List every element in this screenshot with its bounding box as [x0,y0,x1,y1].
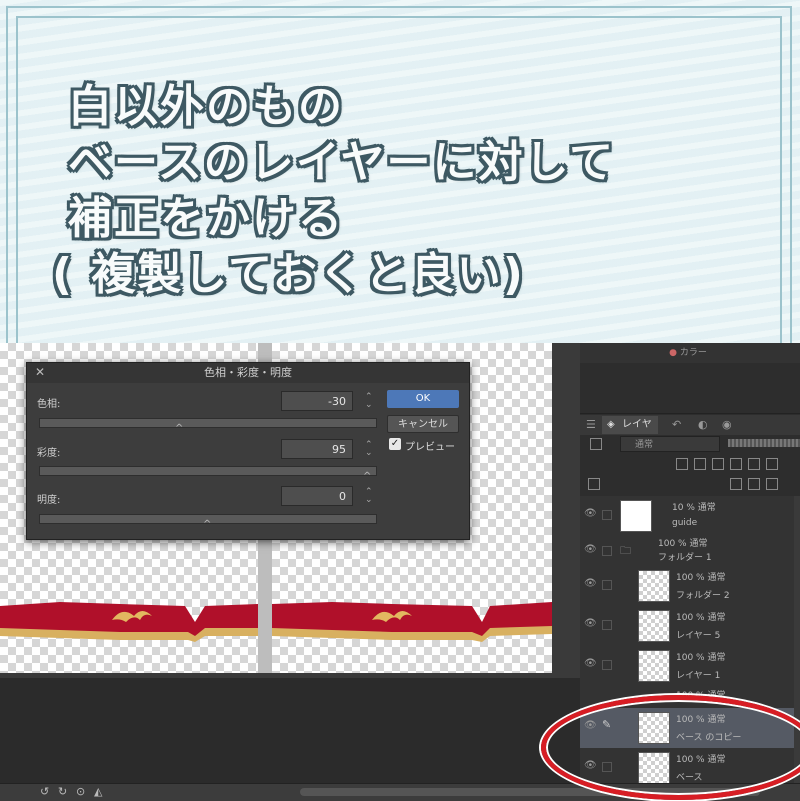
hue-input[interactable]: -30 [281,391,353,411]
ribbon-right-artwork [272,602,552,642]
workspace-background [0,678,580,783]
close-icon[interactable]: ✕ [35,365,45,379]
saturation-slider-thumb[interactable]: ^ [363,471,371,482]
navigator-icon[interactable]: ◐ [698,418,708,431]
layer-mode: 100 % 通常 [676,573,726,583]
brightness-label: 明度: [37,495,61,506]
hue-slider-thumb[interactable]: ^ [175,423,183,434]
layer-thumbnail [638,650,670,682]
layer-row-folder-1[interactable]: 👁 🗀 100 % 通常 フォルダー 1 [580,536,800,567]
rotate-right-icon[interactable]: ↻ [58,785,67,798]
highlight-ring [541,695,800,800]
folder-icon: 🗀 [620,544,631,557]
layer-panel-tabs: ☰ ◈レイヤー ↶ ◐ ◉ [580,415,800,448]
layer-row-layer-5[interactable]: 👁 100 % 通常 レイヤー 5 [580,606,800,647]
dialog-title: 色相・彩度・明度 [27,363,469,383]
layer-name: フォルダー 1 [658,553,712,563]
layer-thumbnail [620,500,652,532]
info-icon[interactable]: ◉ [722,418,732,431]
eye-icon[interactable]: 👁 [584,544,597,555]
canvas-edge-strip [552,343,580,678]
eye-icon[interactable]: 👁 [584,618,597,629]
history-icon[interactable]: ↶ [672,418,681,431]
draft-icon[interactable] [712,458,724,470]
lock-icon[interactable] [602,620,612,630]
caption-line-2: ベースのレイヤーに対して [68,137,616,188]
hue-spinner-icon[interactable]: ⌃ ⌄ [365,393,373,410]
saturation-input[interactable]: 95 [281,439,353,459]
opacity-slider[interactable] [728,439,800,447]
hue-slider[interactable] [39,418,377,428]
hue-saturation-dialog: 色相・彩度・明度 ✕ 色相: -30 ⌃ ⌄ ^ 彩度: 95 ⌃ ⌄ ^ 明度: … [26,362,470,540]
layer-thumbnail [638,610,670,642]
preview-checkbox[interactable]: ✓ [389,438,401,450]
layer-thumbnail [638,570,670,602]
layers-icon: ◈ [607,419,615,430]
rotate-left-icon[interactable]: ↺ [40,785,49,798]
tab-color-label: カラー [679,348,707,358]
lock-icon[interactable] [602,546,612,556]
ribbon-left-artwork [0,602,258,642]
brightness-spinner-icon[interactable]: ⌃ ⌄ [365,488,373,505]
lock-icon[interactable] [602,510,612,520]
tab-color[interactable]: ● カラー [598,343,778,363]
tab-layer[interactable]: ◈レイヤー [602,416,658,448]
layer-row-layer-1[interactable]: 👁 100 % 通常 レイヤー 1 [580,646,800,687]
layer-mode: 100 % 通常 [676,613,726,623]
caption-line-3: 補正をかける [68,193,344,244]
panel-menu-icon[interactable] [588,478,600,490]
layer-name: フォルダー 2 [676,591,730,601]
delete-layer-icon[interactable] [766,478,778,490]
blend-mode-select[interactable]: 通常 [620,436,720,452]
menu-icon[interactable]: ☰ [586,418,596,431]
layer-action-icons-row [580,475,800,493]
caption-line-4: ( 複製しておくと良い) [52,249,525,300]
layer-mode: 100 % 通常 [658,539,708,549]
layer-mode: 10 % 通常 [672,503,716,513]
layer-mode: 100 % 通常 [676,653,726,663]
reference-icon[interactable] [694,458,706,470]
flip-icon[interactable]: ◭ [94,785,102,798]
brightness-input[interactable]: 0 [281,486,353,506]
reset-rotation-icon[interactable]: ⊙ [76,785,85,798]
ok-button[interactable]: OK [387,390,459,408]
brightness-slider-thumb[interactable]: ^ [203,519,211,530]
layer-name: レイヤー 1 [676,671,721,681]
lock-icon[interactable] [602,580,612,590]
layer-row-guide[interactable]: 👁 10 % 通常 guide [580,496,800,537]
eye-icon[interactable]: 👁 [584,658,597,669]
new-folder-icon[interactable] [748,478,760,490]
eye-icon[interactable]: 👁 [584,508,597,519]
saturation-slider[interactable] [39,466,377,476]
cancel-button[interactable]: キャンセル [387,415,459,433]
layer-toggle-icon[interactable] [590,438,602,450]
color-wheel-icon: ● [669,348,677,358]
preview-label: プレビュー [405,442,455,453]
caption-panel: 白以外のもの ベースのレイヤーに対して 補正をかける ( 複製しておくと良い) [0,0,800,343]
layer-name: guide [672,518,698,528]
layer-name: レイヤー 5 [676,631,721,641]
color-panel-body [580,363,800,414]
mask-icon[interactable] [766,458,778,470]
lock-icon[interactable] [730,458,742,470]
hue-label: 色相: [37,399,61,410]
layer-property-icons-row [580,455,800,473]
saturation-label: 彩度: [37,448,61,459]
new-layer-icon[interactable] [730,478,742,490]
layer-row-folder-2[interactable]: 👁 100 % 通常 フォルダー 2 [580,566,800,607]
saturation-spinner-icon[interactable]: ⌃ ⌄ [365,441,373,458]
eye-icon[interactable]: 👁 [584,578,597,589]
caption-line-1: 白以外のもの [68,81,344,132]
clip-icon[interactable] [676,458,688,470]
color-panel-header: ● カラー [580,343,800,363]
lock-icon[interactable] [602,660,612,670]
lock-transparent-icon[interactable] [748,458,760,470]
